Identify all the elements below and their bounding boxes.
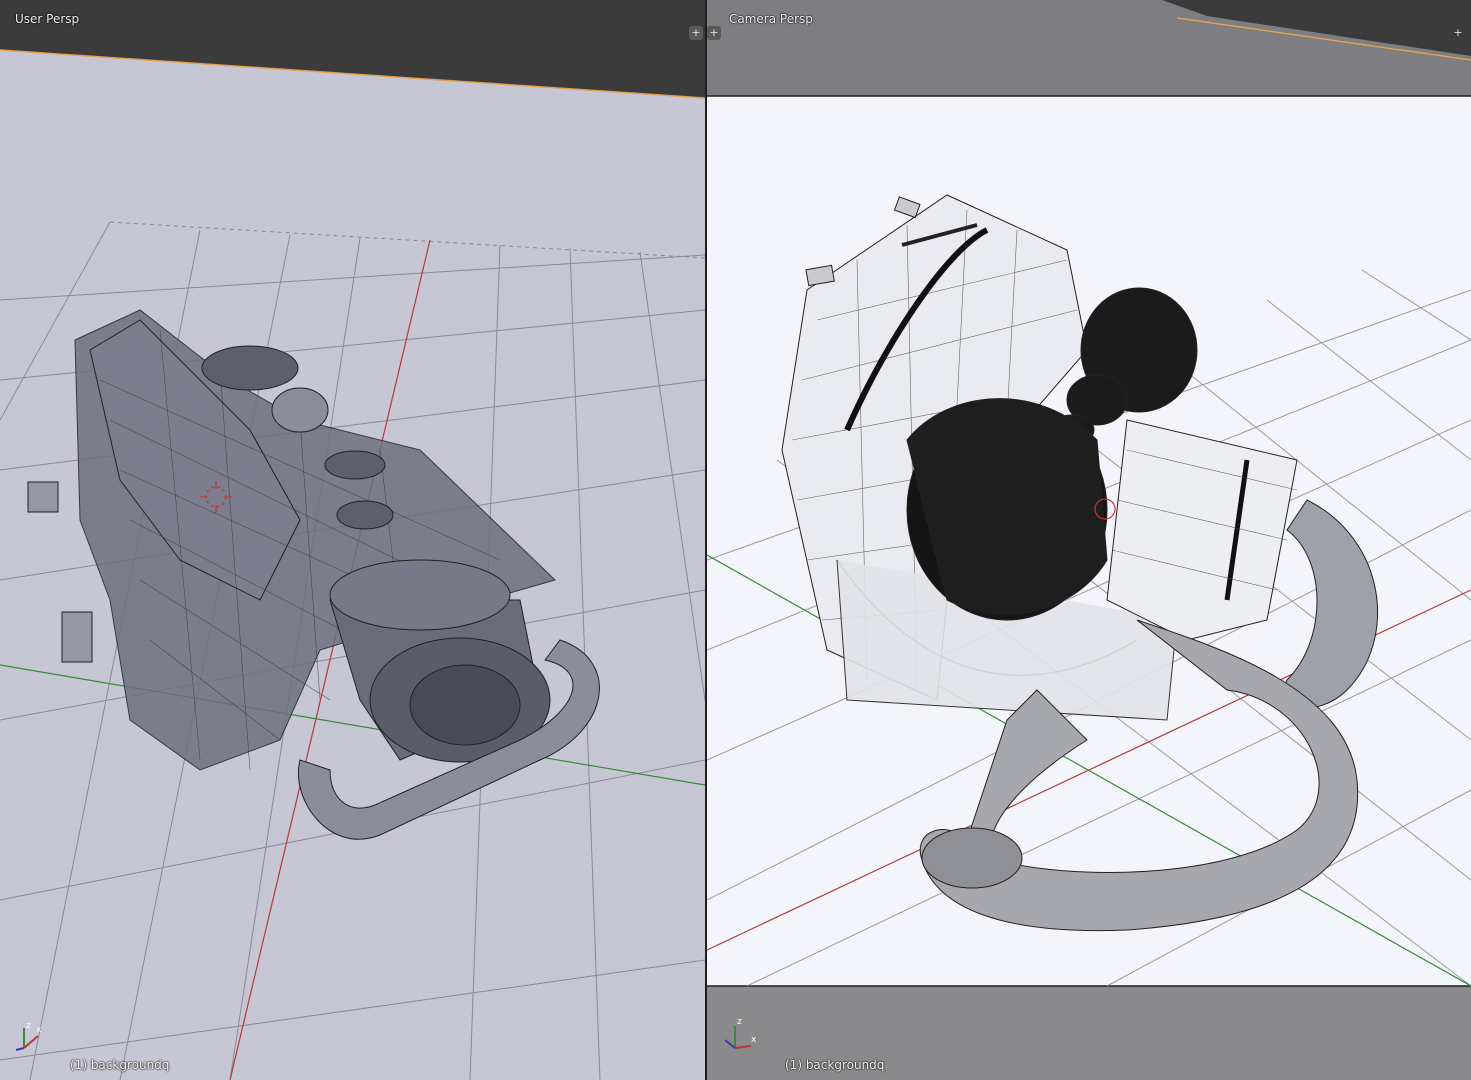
viewport-camera-persp[interactable]: Camera Persp + + z x (1) backgroundq bbox=[707, 0, 1471, 1080]
viewport-user-persp[interactable]: User Persp + z x (1) backgroundq bbox=[0, 0, 705, 1080]
axis-x-label-right: x bbox=[751, 1035, 757, 1045]
viewport-label-user-persp: User Persp bbox=[15, 12, 80, 26]
axis-gizmo-left: z x bbox=[10, 1014, 50, 1054]
split-area-icon-right-top[interactable]: + bbox=[1451, 26, 1465, 40]
object-status-label-right: (1) backgroundq bbox=[785, 1058, 885, 1072]
split-area-icon-right[interactable]: + bbox=[707, 26, 721, 40]
camera-persp-scene bbox=[707, 0, 1471, 1080]
viewport-label-camera-persp: Camera Persp bbox=[729, 12, 813, 26]
user-persp-scene bbox=[0, 0, 705, 1080]
axis-z-label: z bbox=[26, 1021, 31, 1031]
axis-z-label-right: z bbox=[737, 1017, 742, 1027]
object-status-label: (1) backgroundq bbox=[70, 1058, 170, 1072]
rolodex-wireframe bbox=[27, 309, 600, 840]
split-area-icon[interactable]: + bbox=[689, 26, 703, 40]
axis-x-label: x bbox=[36, 1025, 42, 1035]
axis-gizmo-right: z x bbox=[717, 1014, 757, 1054]
